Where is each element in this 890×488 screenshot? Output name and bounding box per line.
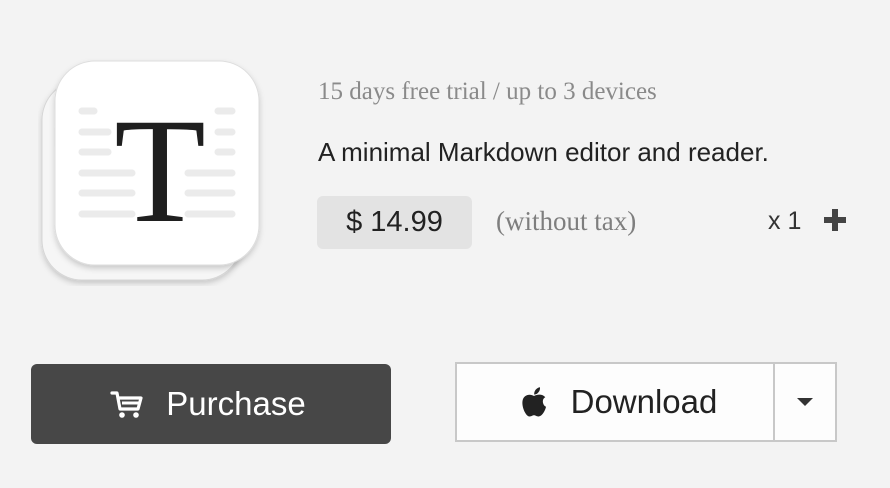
quantity-label: x 1 — [768, 207, 802, 235]
apple-icon — [521, 387, 546, 417]
caret-down-icon — [797, 398, 813, 406]
plus-icon — [824, 209, 846, 231]
download-button[interactable]: Download — [457, 364, 775, 440]
download-label: Download — [570, 383, 718, 420]
trial-info: 15 days free trial / up to 3 devices — [318, 78, 657, 105]
download-options-dropdown[interactable] — [775, 364, 835, 440]
download-split-button: Download — [455, 362, 837, 442]
purchase-label: Purchase — [166, 385, 306, 422]
purchase-button[interactable]: Purchase — [31, 364, 391, 444]
tax-note: (without tax) — [496, 206, 637, 236]
price-badge: $ 14.99 — [317, 196, 472, 249]
app-icon: T — [38, 58, 266, 286]
app-tagline: A minimal Markdown editor and reader. — [318, 137, 769, 167]
increase-quantity-button[interactable] — [820, 205, 850, 235]
app-icon-glyph: T — [114, 88, 206, 254]
cart-icon — [110, 391, 143, 418]
